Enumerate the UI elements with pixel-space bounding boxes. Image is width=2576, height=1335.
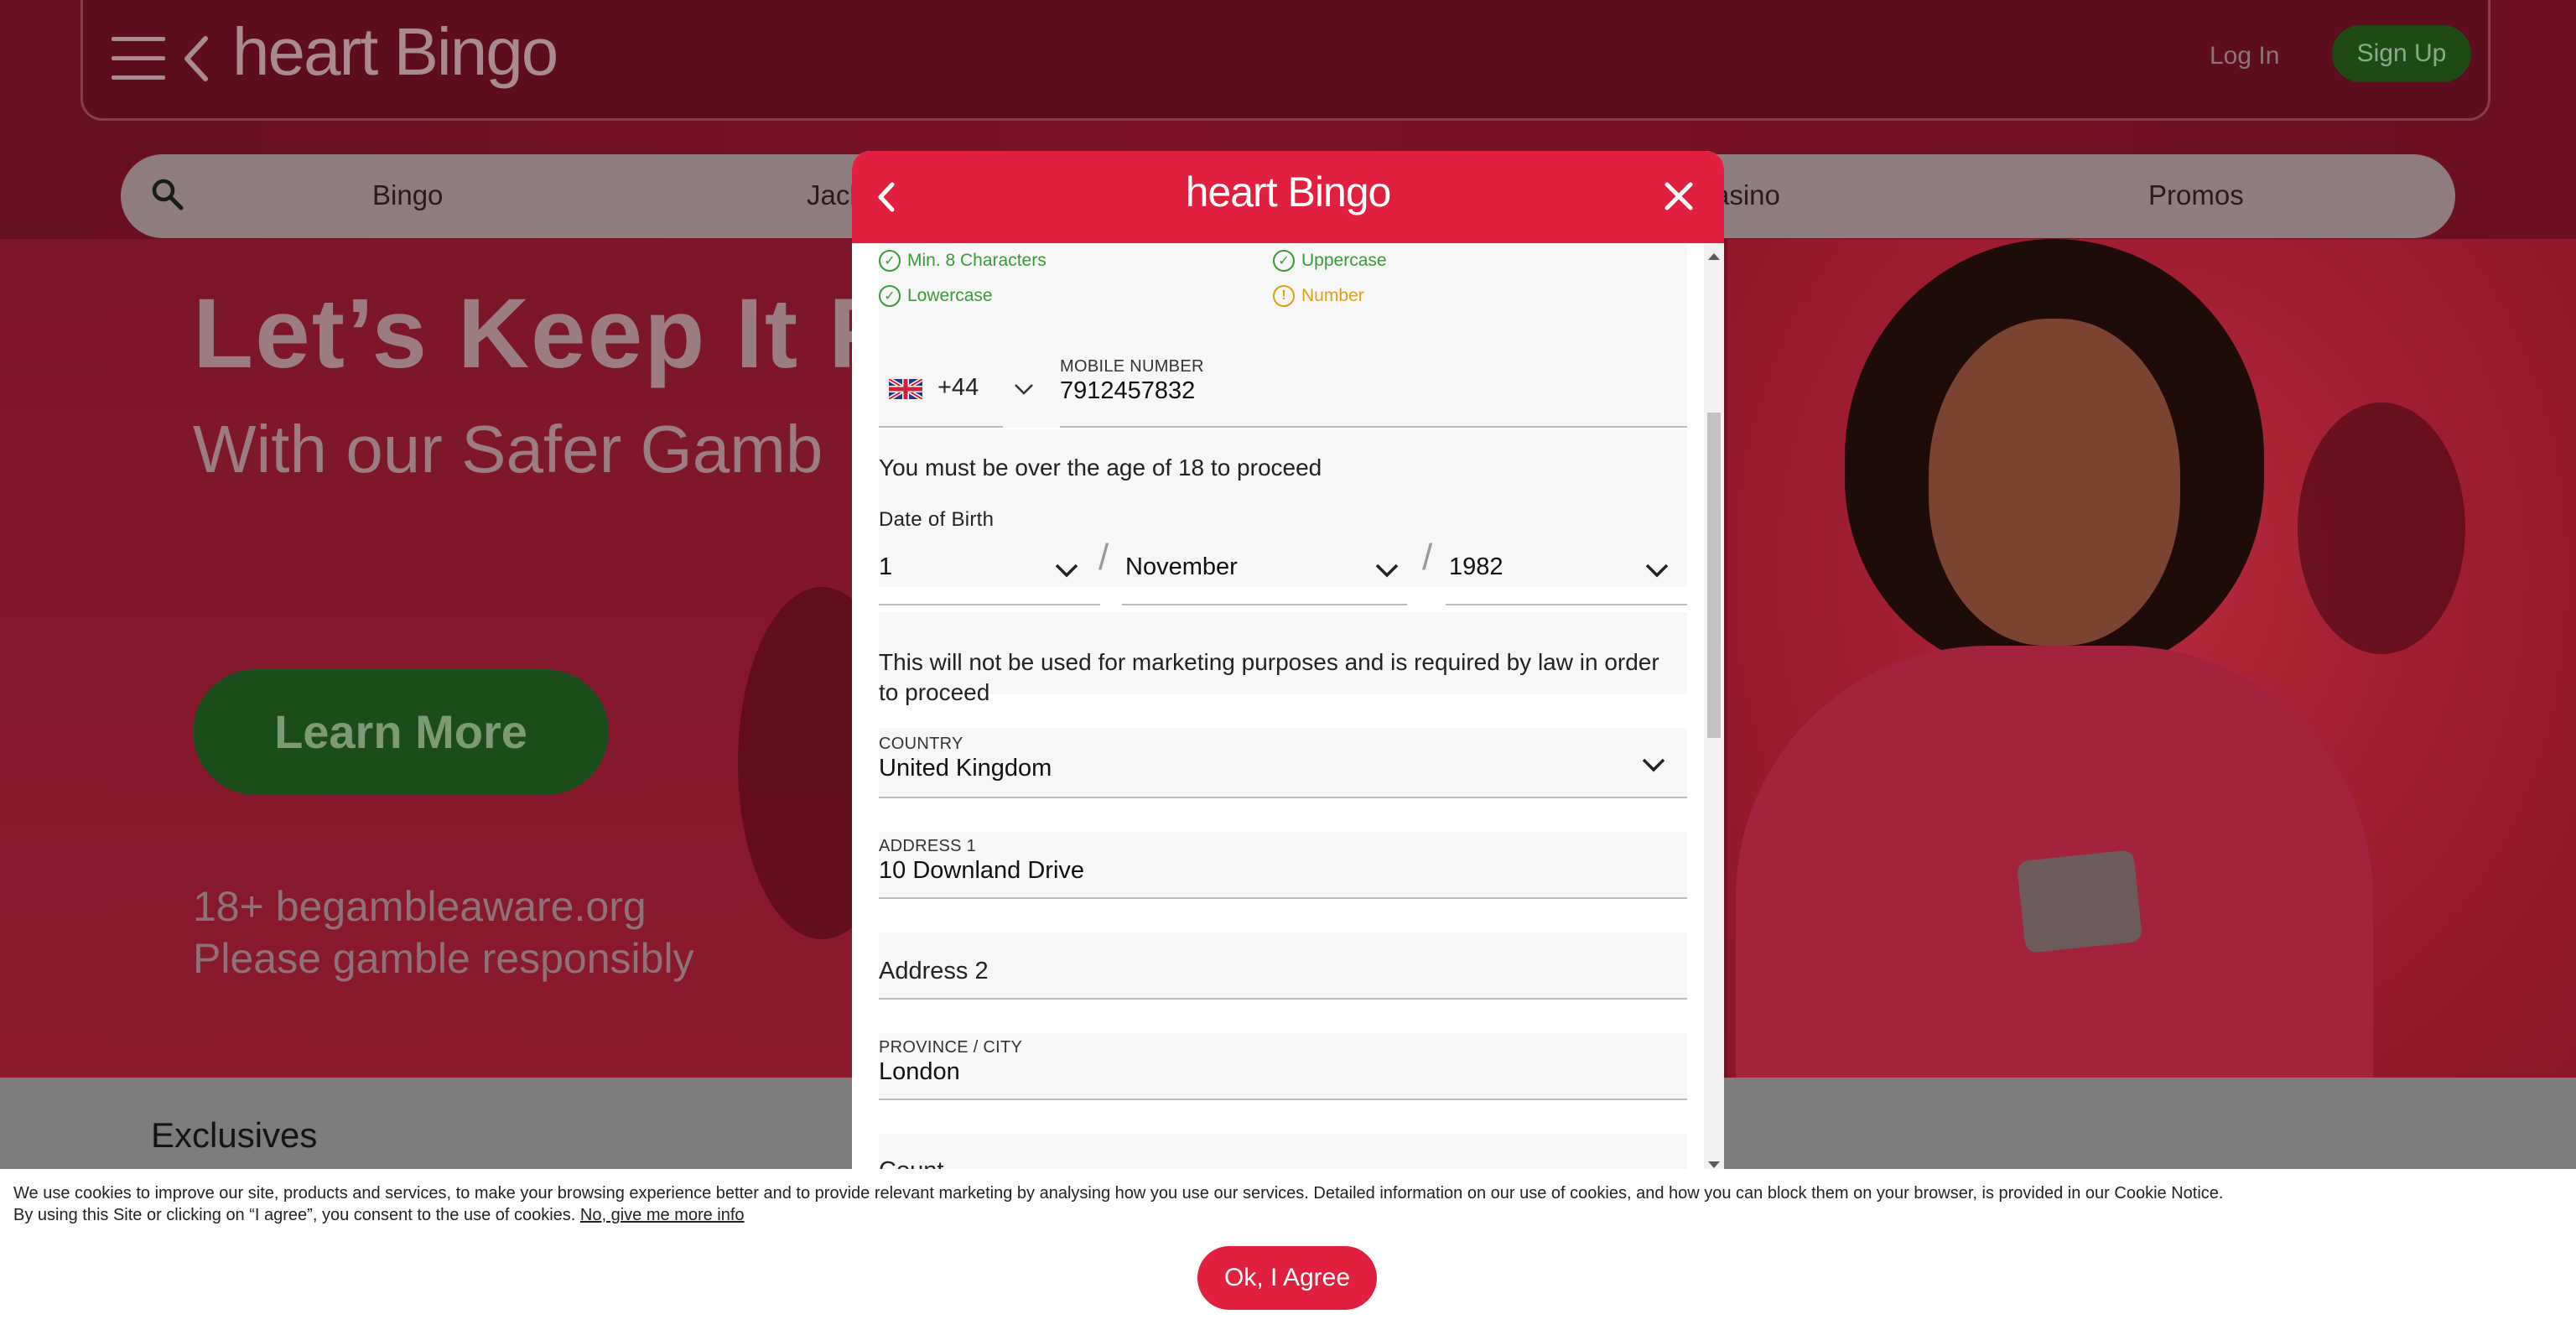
chevron-down-icon <box>1015 384 1033 395</box>
rule-number: ! Number <box>1273 285 1364 307</box>
chevron-down-icon <box>1642 758 1665 772</box>
chevron-down-icon <box>1055 564 1078 578</box>
country-underline <box>879 797 1687 798</box>
registration-modal: heart Bingo ✓ Min. 8 Characters ✓ Upperc… <box>852 151 1724 1174</box>
plant-decoration <box>2298 403 2465 654</box>
dob-day-select[interactable]: 1 <box>879 532 1100 604</box>
address2-field-bg <box>879 932 1687 1000</box>
mobile-number-label: MOBILE NUMBER <box>1060 357 1204 376</box>
hero-title: Let’s Keep It F <box>193 278 891 389</box>
modal-form: ✓ Min. 8 Characters ✓ Uppercase ✓ Lowerc… <box>852 243 1704 1174</box>
agree-button[interactable]: Ok, I Agree <box>1197 1246 1377 1310</box>
dob-label: Date of Birth <box>879 508 995 531</box>
site-logo[interactable]: heart Bingo <box>232 13 558 91</box>
modal-header: heart Bingo <box>852 151 1724 243</box>
nav-item-promos[interactable]: Promos <box>2148 179 2244 211</box>
rule-lowercase: ✓ Lowercase <box>879 285 993 307</box>
nav-item-bingo[interactable]: Bingo <box>372 179 443 211</box>
dob-year-select[interactable]: 1982 <box>1446 532 1687 604</box>
rule-label: Number <box>1301 286 1364 305</box>
country-select[interactable]: COUNTRY United Kingdom <box>879 728 1687 797</box>
check-icon: ✓ <box>879 285 901 307</box>
country-value: United Kingdom <box>879 755 1052 782</box>
cookie-consent-text: By using this Site or clicking on “I agr… <box>13 1206 576 1224</box>
uk-flag-icon <box>889 379 922 399</box>
dob-year-underline <box>1446 604 1687 605</box>
menu-icon[interactable] <box>112 37 165 81</box>
mobile-number-input[interactable]: 7912457832 <box>1060 377 1195 405</box>
close-icon[interactable] <box>1662 179 1696 213</box>
scroll-down-arrow[interactable] <box>1708 1161 1720 1168</box>
check-icon: ✓ <box>1273 250 1295 272</box>
hero-subtitle: With our Safer Gamb <box>193 412 823 486</box>
address1-underline <box>879 897 1687 899</box>
check-icon: ✓ <box>879 250 901 272</box>
dob-month-select[interactable]: November <box>1122 532 1407 604</box>
learn-more-button[interactable]: Learn More <box>193 669 609 795</box>
back-icon[interactable] <box>182 34 210 84</box>
dob-notice: This will not be used for marketing purp… <box>879 649 1659 705</box>
country-label: COUNTRY <box>879 735 963 753</box>
chevron-down-icon <box>1645 564 1669 578</box>
city-underline <box>879 1099 1687 1100</box>
signup-button[interactable]: Sign Up <box>2332 25 2471 82</box>
warning-icon: ! <box>1273 285 1295 307</box>
rule-label: Lowercase <box>907 286 993 305</box>
chevron-down-icon <box>1375 564 1399 578</box>
cookie-line-2: By using this Site or clicking on “I agr… <box>13 1204 2223 1226</box>
rule-label: Min. 8 Characters <box>907 251 1046 270</box>
search-icon[interactable] <box>149 176 186 213</box>
address2-input[interactable]: Address 2 <box>879 958 989 985</box>
modal-logo: heart Bingo <box>1185 169 1392 216</box>
dob-day-underline <box>879 604 1100 605</box>
scroll-up-arrow[interactable] <box>1708 253 1720 260</box>
phone-in-hand <box>2016 849 2143 954</box>
rule-uppercase: ✓ Uppercase <box>1273 250 1387 272</box>
dob-separator: / <box>1422 537 1433 578</box>
rule-label: Uppercase <box>1301 251 1387 270</box>
more-info-link[interactable]: No, give me more info <box>580 1206 745 1224</box>
rule-min-characters: ✓ Min. 8 Characters <box>879 250 1046 272</box>
country-code-select[interactable]: +44 <box>879 351 1045 428</box>
site-header: heart Bingo Log In Sign Up <box>80 0 2490 121</box>
cookie-text: We use cookies to improve our site, prod… <box>13 1182 2223 1226</box>
gamble-responsibly-text: Please gamble responsibly <box>193 935 694 982</box>
address2-underline <box>879 998 1687 1000</box>
age-notice: You must be over the age of 18 to procee… <box>879 455 1322 480</box>
login-link[interactable]: Log In <box>2210 42 2279 70</box>
city-label: PROVINCE / CITY <box>879 1038 1023 1057</box>
country-code-underline <box>879 426 1003 428</box>
cookie-line-1: We use cookies to improve our site, prod… <box>13 1184 2224 1203</box>
exclusives-title: Exclusives <box>151 1115 318 1155</box>
scrollbar-thumb[interactable] <box>1707 413 1721 738</box>
city-input[interactable]: London <box>879 1058 960 1086</box>
county-field-bg <box>879 1134 1687 1174</box>
model-face <box>1929 319 2180 646</box>
country-code-value: +44 <box>937 374 979 401</box>
dob-year-value: 1982 <box>1449 553 1504 580</box>
dob-day-value: 1 <box>879 553 893 580</box>
dob-month-underline <box>1122 604 1407 605</box>
cookie-banner: We use cookies to improve our site, prod… <box>0 1169 2576 1335</box>
dob-separator: / <box>1098 537 1109 578</box>
address1-input[interactable]: 10 Downland Drive <box>879 857 1084 885</box>
gamble-aware-text: 18+ begambleaware.org <box>193 883 647 930</box>
address1-label: ADDRESS 1 <box>879 837 977 855</box>
dob-month-value: November <box>1125 553 1238 580</box>
mobile-number-underline <box>1060 426 1687 428</box>
